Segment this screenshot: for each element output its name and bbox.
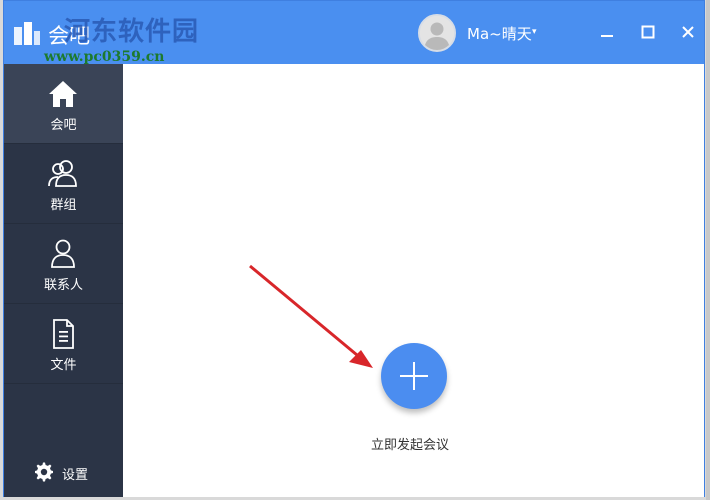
home-icon [49,81,77,107]
sidebar-item-label: 会吧 [50,118,77,133]
maximize-button[interactable] [637,21,659,43]
sidebar-item-contacts[interactable]: 联系人 [4,224,123,304]
start-meeting-button[interactable] [381,343,447,409]
avatar[interactable] [418,14,456,52]
minimize-icon [601,35,613,37]
close-icon [682,26,694,38]
watermark-text: 河东软件园 [64,17,200,47]
title-bar: 会吧 河东软件园 www.pc0359.cn Ma~晴天 ▾ [4,1,704,65]
username[interactable]: Ma~晴天 [467,23,532,44]
start-meeting-label[interactable]: 立即发起会议 [371,434,449,453]
settings-label: 设置 [62,468,89,483]
sidebar-item-label: 群组 [50,198,77,213]
group-icon [48,160,77,187]
user-menu-caret-icon[interactable]: ▾ [532,27,537,37]
maximize-icon [641,25,655,39]
close-button[interactable] [677,21,699,43]
sidebar-item-files[interactable]: 文件 [4,304,123,384]
main-content: 立即发起会议 [123,64,704,497]
plus-icon [400,362,428,390]
minimize-button[interactable] [596,21,618,43]
background-strip [706,0,710,500]
user-avatar-icon [420,16,454,50]
app-window: 会吧 河东软件园 www.pc0359.cn Ma~晴天 ▾ 会吧 群组 联系人… [3,0,705,497]
contact-icon [51,239,75,268]
file-icon [53,319,74,349]
sidebar-item-label: 文件 [50,358,77,373]
annotation-arrow-icon [249,264,373,368]
sidebar: 会吧 群组 联系人 文件 设置 [4,64,123,497]
watermark-url: www.pc0359.cn [44,49,165,65]
app-logo-icon [14,22,40,45]
settings-button[interactable]: 设置 [34,460,104,484]
sidebar-item-home[interactable]: 会吧 [4,64,123,144]
sidebar-item-groups[interactable]: 群组 [4,144,123,224]
gear-icon [35,462,53,482]
sidebar-item-label: 联系人 [43,278,83,293]
